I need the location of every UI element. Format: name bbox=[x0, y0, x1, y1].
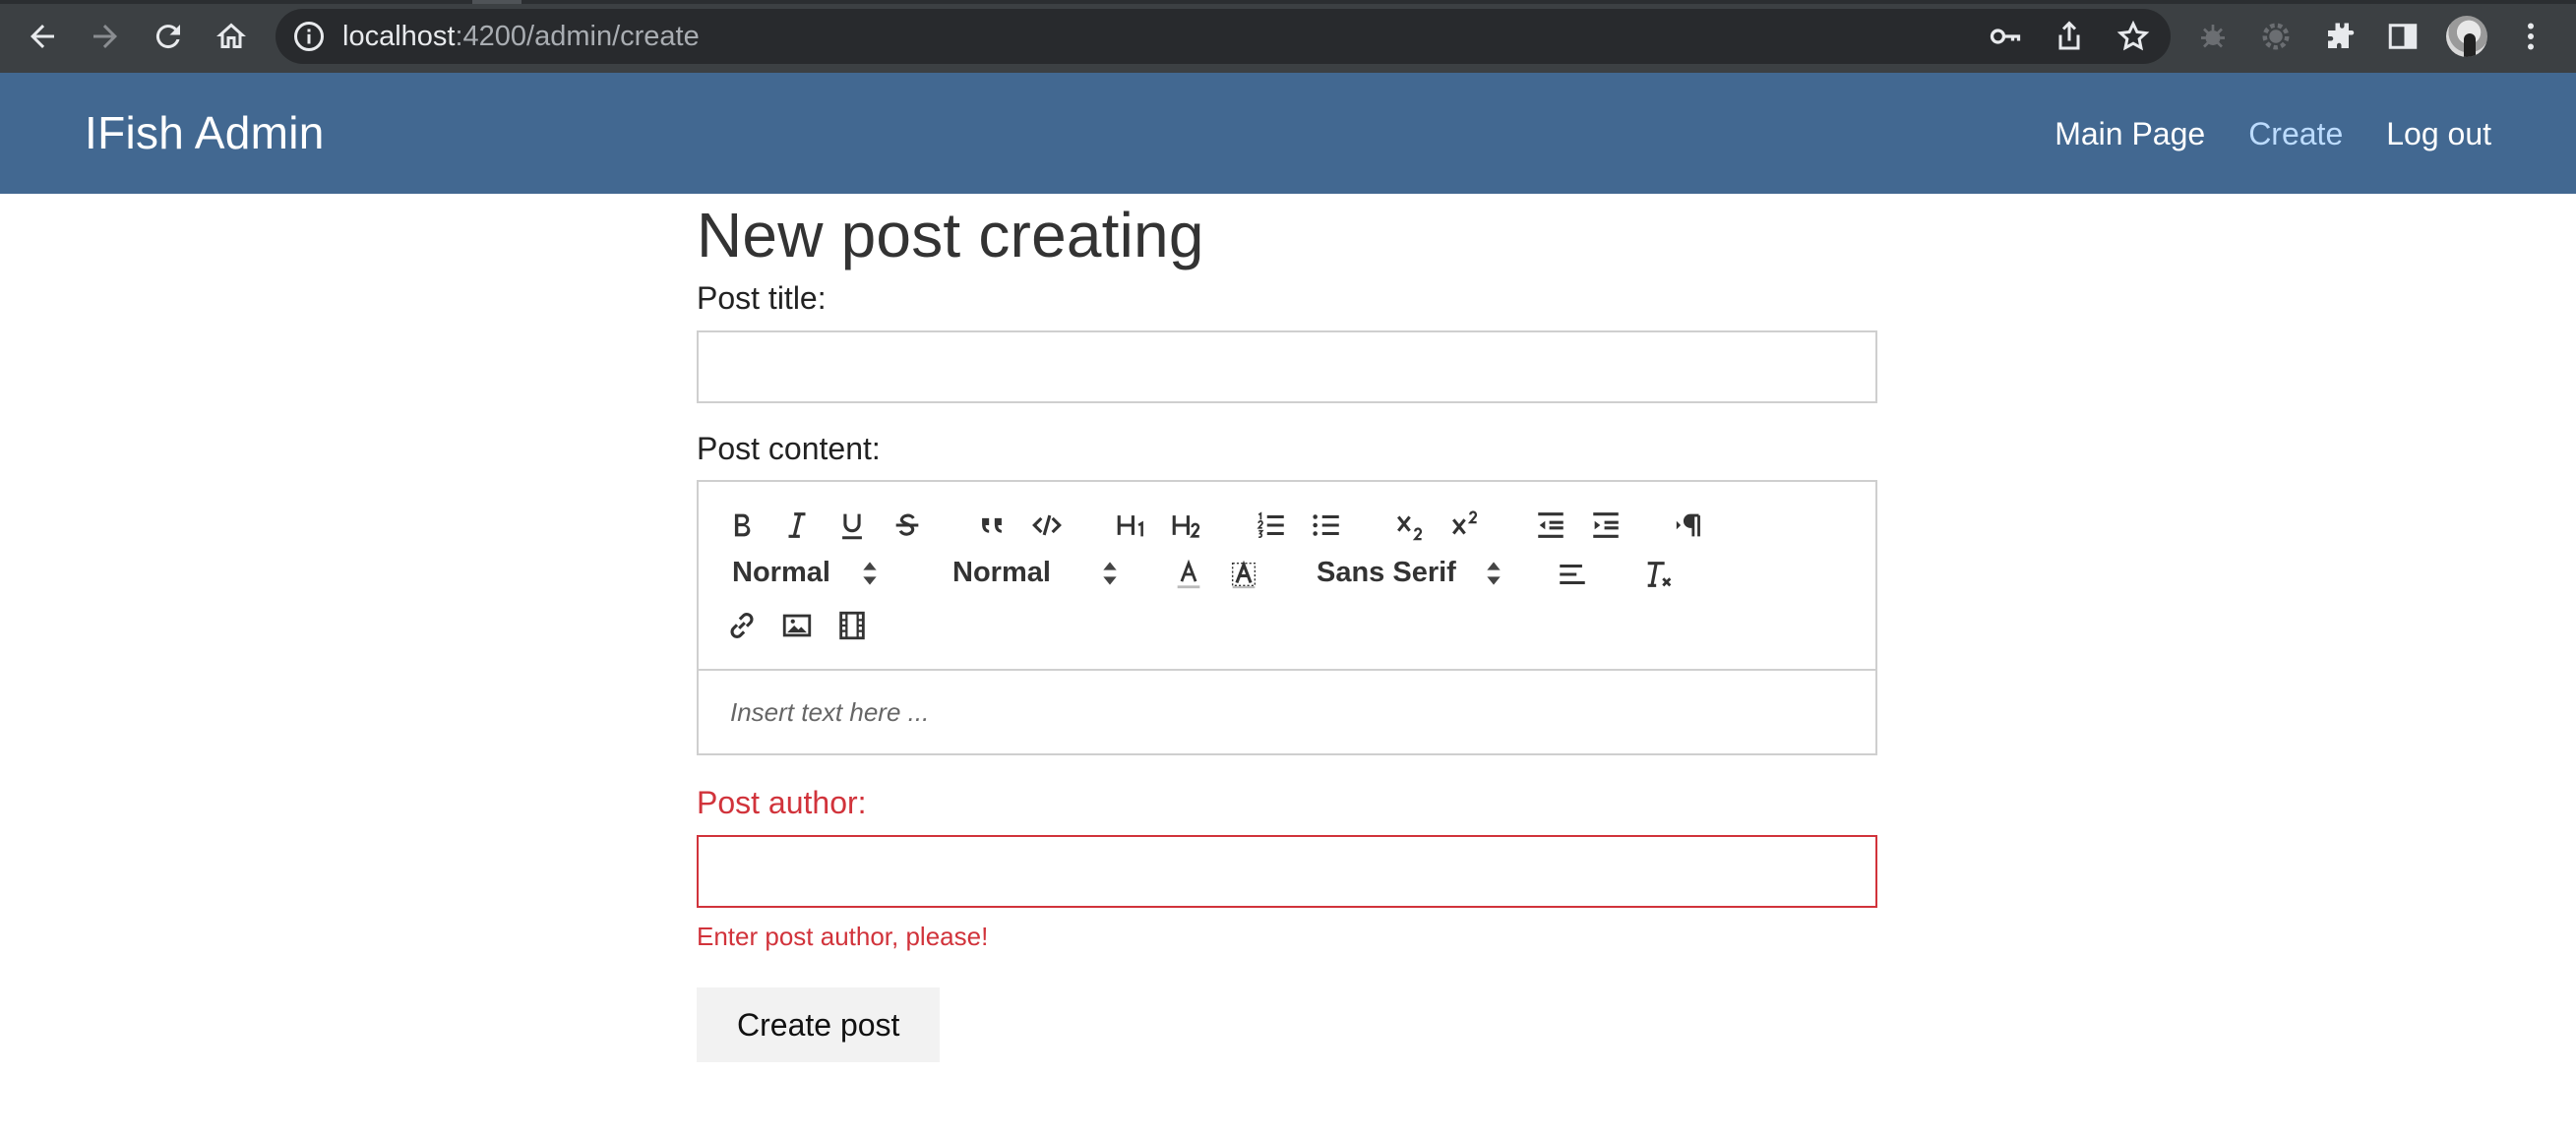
code-block-button[interactable] bbox=[1029, 508, 1065, 543]
forward-arrow-icon bbox=[93, 25, 117, 48]
home-icon bbox=[216, 23, 246, 48]
subscript-icon bbox=[1397, 515, 1423, 541]
side-panel-icon[interactable] bbox=[2385, 19, 2421, 54]
editor-content-area[interactable]: Insert text here ... bbox=[699, 671, 1875, 753]
superscript-icon bbox=[1452, 510, 1478, 535]
home-button[interactable] bbox=[200, 5, 263, 68]
browser-toolbar: localhost:4200/admin/create bbox=[0, 0, 2576, 73]
author-error-message: Enter post author, please! bbox=[697, 922, 989, 951]
share-icon[interactable] bbox=[2052, 19, 2087, 54]
nav-link-main-page[interactable]: Main Page bbox=[2055, 73, 2205, 195]
nav-link-log-out[interactable]: Log out bbox=[2386, 73, 2491, 195]
post-author-input[interactable] bbox=[697, 835, 1877, 908]
create-post-button[interactable]: Create post bbox=[697, 987, 941, 1062]
pilcrow-rtl-icon bbox=[1676, 513, 1700, 537]
image-icon bbox=[782, 614, 812, 637]
background-color-icon bbox=[1231, 560, 1257, 589]
image-button[interactable] bbox=[779, 608, 815, 643]
indent-icon bbox=[1593, 512, 1619, 538]
heading-2-icon bbox=[1172, 515, 1200, 538]
post-title-label: Post title: bbox=[697, 280, 827, 316]
editor-toolbar: Normal Normal Sans Serif bbox=[699, 482, 1875, 671]
clear-formatting-icon bbox=[1647, 562, 1672, 587]
text-color-button[interactable] bbox=[1171, 557, 1206, 592]
address-bar[interactable]: localhost:4200/admin/create bbox=[276, 9, 2171, 64]
nav-links: Main Page Create Log out bbox=[2055, 73, 2491, 195]
strike-button[interactable] bbox=[889, 508, 925, 543]
header-1-button[interactable] bbox=[1114, 508, 1149, 543]
ordered-list-icon bbox=[1257, 511, 1284, 538]
superscript-button[interactable] bbox=[1448, 508, 1484, 543]
indent-button[interactable] bbox=[1588, 508, 1624, 543]
editor-placeholder: Insert text here ... bbox=[730, 697, 930, 727]
site-info-icon[interactable] bbox=[291, 19, 327, 54]
size-picker[interactable]: Normal bbox=[952, 557, 1120, 589]
text-color-icon bbox=[1177, 559, 1200, 589]
page-title: New post creating bbox=[697, 200, 1204, 270]
kebab-menu-icon[interactable] bbox=[2513, 19, 2548, 54]
back-arrow-icon bbox=[31, 25, 54, 48]
picker-arrows-icon bbox=[863, 561, 877, 585]
underline-icon bbox=[842, 513, 862, 540]
text-direction-button[interactable] bbox=[1673, 508, 1708, 543]
size-picker-label: Normal bbox=[952, 557, 1051, 588]
create-post-form: New post creating Post title: Post conte… bbox=[697, 194, 1877, 1062]
picker-arrows-icon bbox=[1487, 561, 1501, 585]
header-picker-label: Normal bbox=[732, 557, 830, 588]
bullet-list-icon bbox=[1313, 514, 1339, 536]
rich-text-editor: Normal Normal Sans Serif Insert text her… bbox=[697, 480, 1877, 755]
extensions-puzzle-icon[interactable] bbox=[2322, 19, 2358, 54]
clear-format-button[interactable] bbox=[1641, 557, 1677, 592]
link-icon bbox=[730, 613, 754, 638]
reload-icon bbox=[155, 25, 180, 49]
extension-bug-icon[interactable] bbox=[2195, 19, 2231, 54]
subscript-button[interactable] bbox=[1393, 508, 1429, 543]
underline-button[interactable] bbox=[834, 508, 870, 543]
key-icon[interactable] bbox=[1988, 19, 2023, 54]
post-content-label: Post content: bbox=[697, 431, 881, 466]
quote-icon bbox=[982, 517, 1002, 533]
italic-icon bbox=[788, 512, 806, 538]
extension-gear-icon[interactable] bbox=[2258, 19, 2294, 54]
post-title-input[interactable] bbox=[697, 330, 1877, 403]
header-picker[interactable]: Normal bbox=[732, 557, 880, 589]
reload-button[interactable] bbox=[137, 5, 200, 68]
post-author-label: Post author: bbox=[697, 785, 867, 820]
tab-strip-edge bbox=[0, 0, 2576, 4]
link-button[interactable] bbox=[724, 608, 760, 643]
brand-title[interactable]: IFish Admin bbox=[85, 73, 325, 193]
background-color-button[interactable] bbox=[1226, 557, 1261, 592]
italic-button[interactable] bbox=[779, 508, 815, 543]
forward-button[interactable] bbox=[74, 5, 137, 68]
code-icon bbox=[1032, 514, 1062, 536]
outdent-icon bbox=[1538, 512, 1564, 538]
bold-icon bbox=[734, 513, 751, 537]
outdent-button[interactable] bbox=[1533, 508, 1568, 543]
header-2-button[interactable] bbox=[1169, 508, 1204, 543]
video-film-icon bbox=[839, 611, 865, 640]
back-button[interactable] bbox=[11, 5, 74, 68]
font-picker-label: Sans Serif bbox=[1317, 557, 1456, 588]
strikethrough-icon bbox=[895, 513, 919, 536]
bold-button[interactable] bbox=[724, 508, 760, 543]
picker-arrows-icon bbox=[1103, 561, 1117, 585]
url-text[interactable]: localhost:4200/admin/create bbox=[342, 9, 700, 64]
heading-1-icon bbox=[1117, 515, 1143, 537]
profile-avatar[interactable] bbox=[2446, 16, 2487, 57]
app-navbar: IFish Admin Main Page Create Log out bbox=[0, 73, 2576, 194]
bookmark-star-icon[interactable] bbox=[2116, 19, 2151, 54]
align-button[interactable] bbox=[1555, 557, 1590, 592]
nav-link-create[interactable]: Create bbox=[2248, 73, 2343, 195]
align-left-icon bbox=[1560, 564, 1585, 585]
blockquote-button[interactable] bbox=[974, 508, 1010, 543]
font-picker[interactable]: Sans Serif bbox=[1317, 557, 1503, 589]
video-button[interactable] bbox=[834, 608, 870, 643]
ordered-list-button[interactable] bbox=[1254, 508, 1289, 543]
bullet-list-button[interactable] bbox=[1309, 508, 1344, 543]
